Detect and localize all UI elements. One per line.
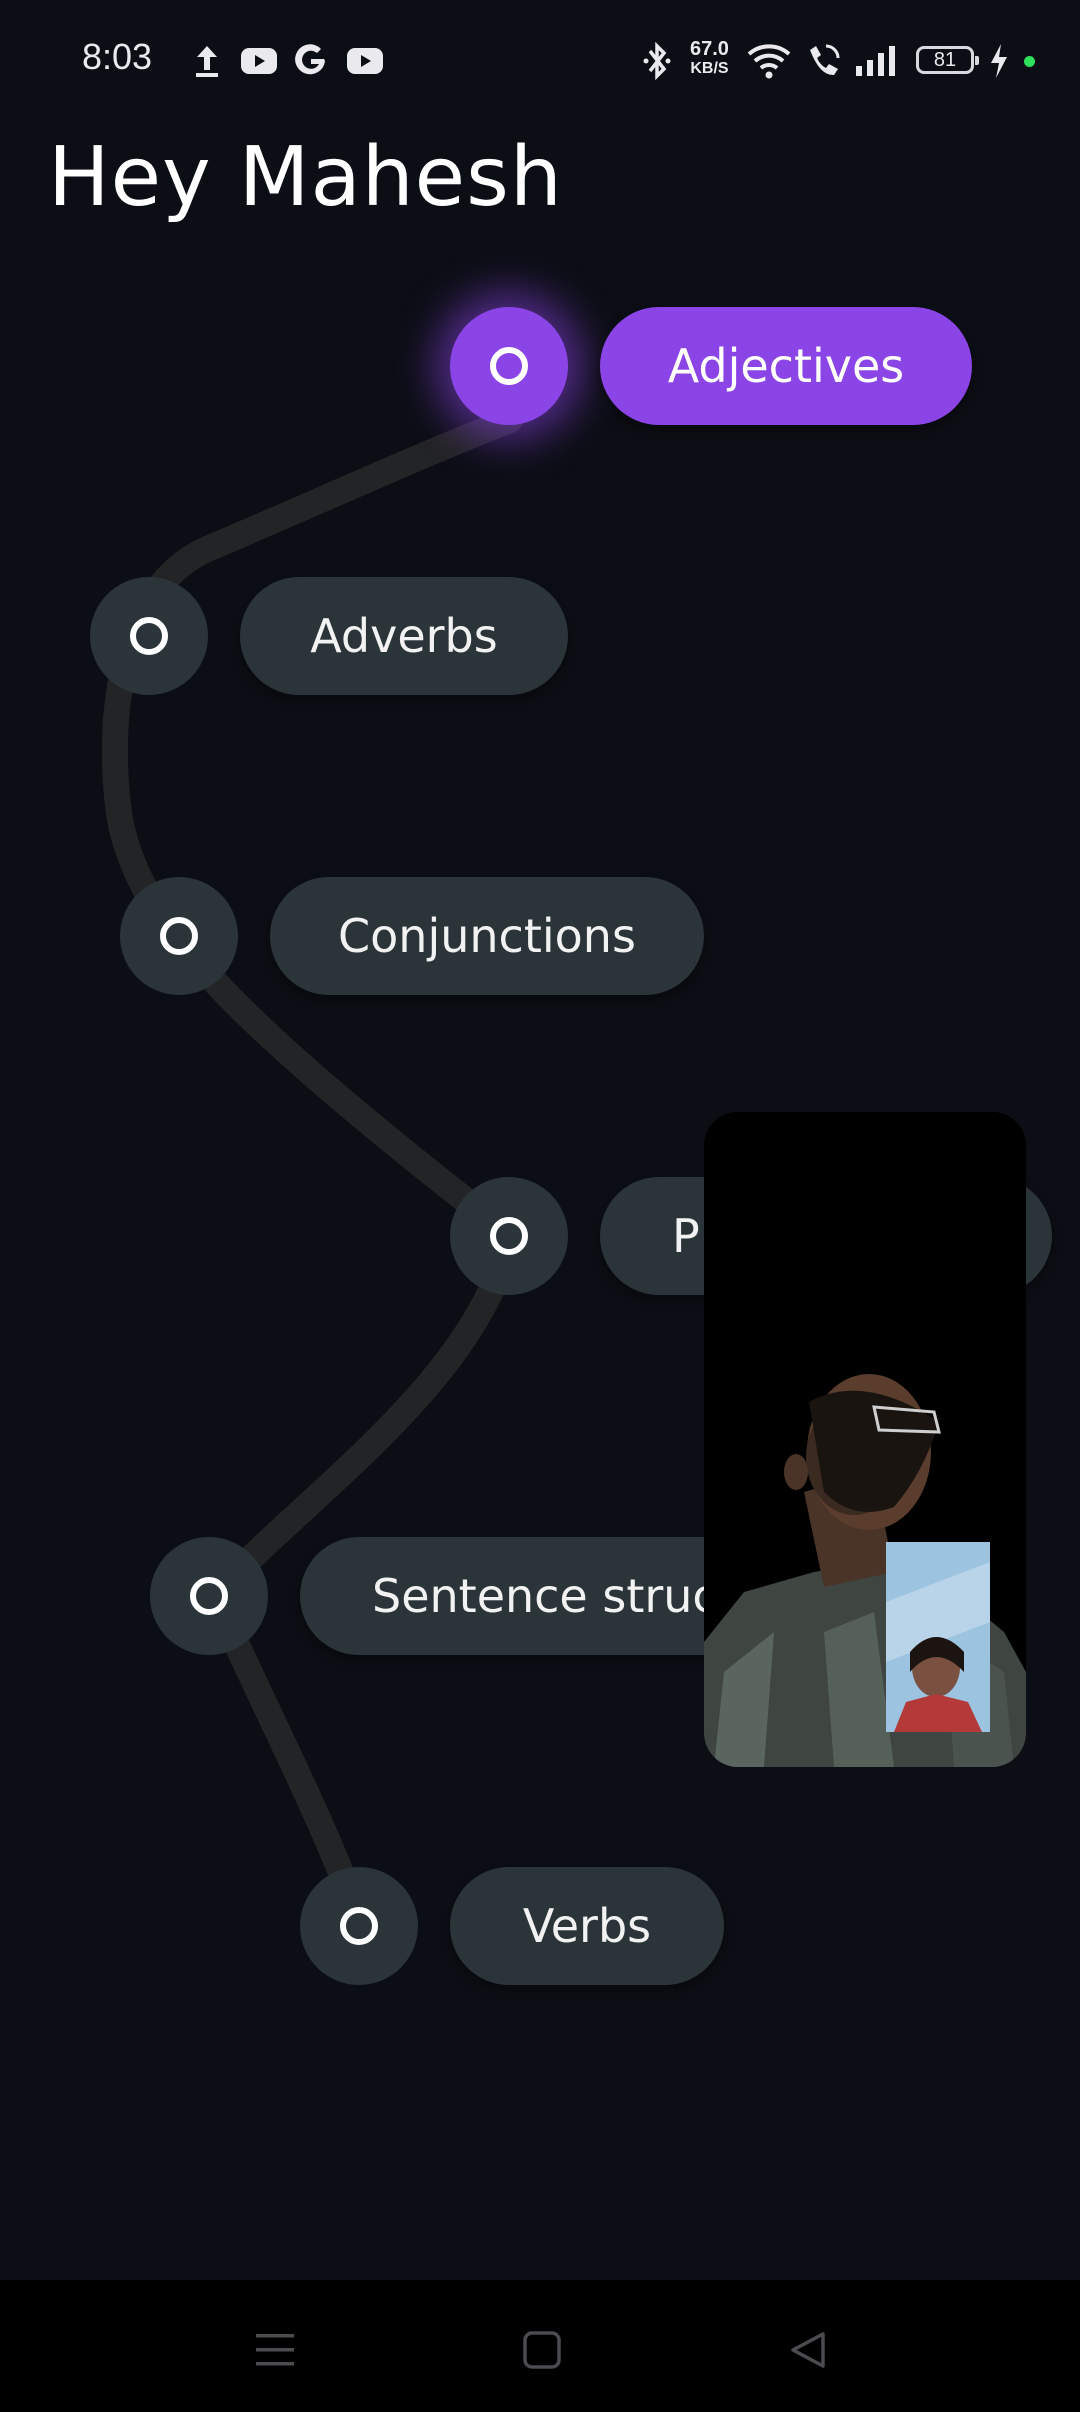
topic-node-p[interactable] [450, 1177, 568, 1295]
topic-pill-sentence-label: Sentence struc [372, 1569, 718, 1623]
circle-icon [190, 1577, 228, 1615]
topic-node-adverbs[interactable] [90, 577, 208, 695]
back-triangle-icon[interactable] [778, 2320, 838, 2380]
circle-icon [160, 917, 198, 955]
circle-icon [130, 617, 168, 655]
self-video-preview [886, 1542, 990, 1732]
topic-node-verbs[interactable] [300, 1867, 418, 1985]
topic-node-conjunctions[interactable] [120, 877, 238, 995]
topic-node-sentence-structure[interactable] [150, 1537, 268, 1655]
topic-pill-conjunctions[interactable]: Conjunctions [270, 877, 704, 995]
topic-pill-verbs[interactable]: Verbs [450, 1867, 724, 1985]
circle-icon [490, 347, 528, 385]
topic-pill-adjectives[interactable]: Adjectives [600, 307, 972, 425]
circle-icon [340, 1907, 378, 1945]
menu-icon[interactable] [245, 2320, 305, 2380]
system-nav-bar [0, 2280, 1080, 2412]
home-square-icon[interactable] [512, 2320, 572, 2380]
circle-icon [490, 1217, 528, 1255]
video-call-window[interactable] [704, 1112, 1026, 1767]
topic-node-adjectives[interactable] [450, 307, 568, 425]
topic-pill-p-label: P [672, 1209, 700, 1263]
topic-pill-adverbs[interactable]: Adverbs [240, 577, 568, 695]
